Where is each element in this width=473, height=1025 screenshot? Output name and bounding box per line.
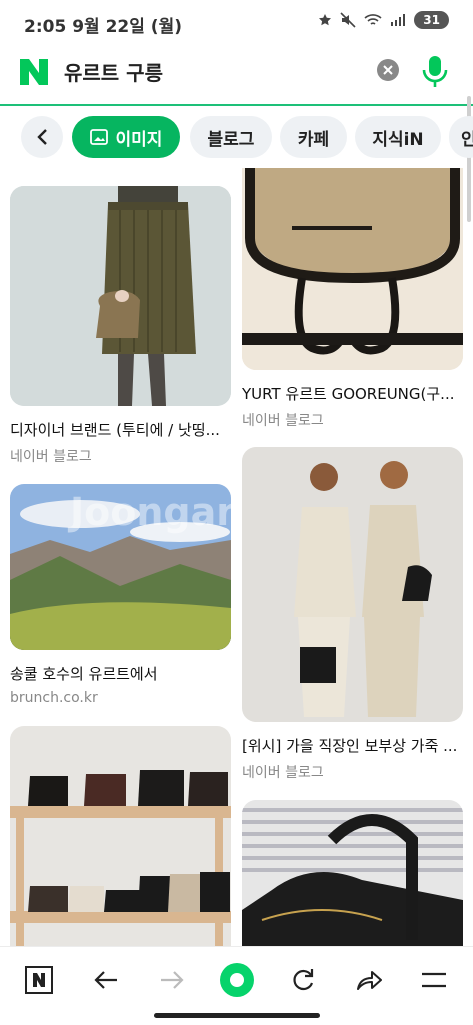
image-results-grid: 디자이너 브랜드 (투티에 / 낫띵... 네이버 블로그 YURT 유르트 G… xyxy=(0,168,473,946)
browser-bottom-bar xyxy=(0,946,473,1025)
result-source[interactable]: brunch.co.kr xyxy=(10,690,231,706)
result-title[interactable]: [위시] 가을 직장인 보부상 가죽 ... xyxy=(242,735,463,756)
share-icon xyxy=(357,971,382,990)
tab-images-label: 이미지 xyxy=(115,129,163,150)
result-title[interactable]: 디자이너 브랜드 (투티에 / 낫띵... xyxy=(10,419,231,440)
result-thumbnail[interactable]: Joongangilbo xyxy=(10,484,231,650)
tabs-back-button[interactable] xyxy=(21,116,63,158)
result-thumbnail[interactable] xyxy=(242,800,463,946)
status-icons: 31 xyxy=(318,11,449,29)
refresh-icon xyxy=(293,969,314,991)
image-result-card[interactable]: Joongangilbo 송쿨 호수의 유르트에서 brunch.co.kr xyxy=(10,484,231,706)
green-dot-icon xyxy=(220,963,254,997)
result-title[interactable]: 송쿨 호수의 유르트에서 xyxy=(10,663,231,684)
menu-button[interactable] xyxy=(416,962,452,998)
refresh-button[interactable] xyxy=(285,962,321,998)
image-result-card[interactable] xyxy=(242,800,463,946)
status-time: 2:05 9월 22일 (월) xyxy=(24,17,182,37)
star-icon xyxy=(319,14,332,26)
two-models-photo xyxy=(242,447,463,722)
tab-partial[interactable]: 인 xyxy=(449,116,473,158)
search-tabs: 이미지 블로그 카페 지식iN 인 xyxy=(0,106,473,168)
naver-home-button[interactable] xyxy=(21,962,57,998)
back-button[interactable] xyxy=(88,962,124,998)
result-source[interactable]: 네이버 블로그 xyxy=(242,410,463,430)
status-bar: 2:05 9월 22일 (월) 31 xyxy=(0,0,473,44)
arrow-right-icon xyxy=(161,971,184,989)
result-source[interactable]: 네이버 블로그 xyxy=(10,446,231,466)
result-thumbnail[interactable] xyxy=(242,168,463,370)
search-input[interactable]: 유르트 구릉 xyxy=(64,57,163,86)
chevron-left-icon xyxy=(37,129,47,145)
image-result-card[interactable]: [위시] 가을 직장인 보부상 가죽 ... 네이버 블로그 xyxy=(242,447,463,782)
result-thumbnail[interactable] xyxy=(242,447,463,722)
result-source[interactable]: 네이버 블로그 xyxy=(242,762,463,782)
tab-images[interactable]: 이미지 xyxy=(72,116,180,158)
tab-knowledge-in[interactable]: 지식iN xyxy=(355,116,441,158)
naver-logo[interactable] xyxy=(19,58,49,86)
image-result-card[interactable]: YURT 유르트 GOOREUNG(구... 네이버 블로그 xyxy=(242,168,463,430)
bag-shelf-photo xyxy=(10,726,231,946)
mute-icon xyxy=(340,12,356,28)
leather-bag-photo xyxy=(242,168,463,370)
hamburger-menu-icon xyxy=(422,972,446,988)
tab-cafe[interactable]: 카페 xyxy=(280,116,347,158)
skirt-photo xyxy=(10,186,231,406)
voice-search-mic-icon[interactable] xyxy=(421,54,449,90)
arrow-left-icon xyxy=(94,971,117,989)
gesture-home-bar[interactable] xyxy=(154,1013,320,1018)
result-thumbnail[interactable] xyxy=(10,726,231,946)
share-button[interactable] xyxy=(351,962,387,998)
battery-level: 31 xyxy=(414,11,449,29)
result-thumbnail[interactable] xyxy=(10,186,231,406)
search-bar: 유르트 구릉 xyxy=(0,44,473,106)
wifi-icon xyxy=(364,14,382,25)
tab-blog[interactable]: 블로그 xyxy=(190,116,272,158)
result-title[interactable]: YURT 유르트 GOOREUNG(구... xyxy=(242,383,463,404)
close-icon xyxy=(383,65,393,75)
watermark-text: Joongangilbo xyxy=(70,490,231,534)
forward-button[interactable] xyxy=(154,962,190,998)
naver-n-icon xyxy=(25,966,53,994)
black-bag-photo xyxy=(242,800,463,946)
signal-icon xyxy=(391,14,406,26)
image-result-card[interactable] xyxy=(10,726,231,946)
image-result-card[interactable]: 디자이너 브랜드 (투티에 / 낫띵... 네이버 블로그 xyxy=(10,186,231,466)
clear-button[interactable] xyxy=(377,59,399,81)
image-icon xyxy=(89,129,108,145)
green-dot-button[interactable] xyxy=(219,962,255,998)
